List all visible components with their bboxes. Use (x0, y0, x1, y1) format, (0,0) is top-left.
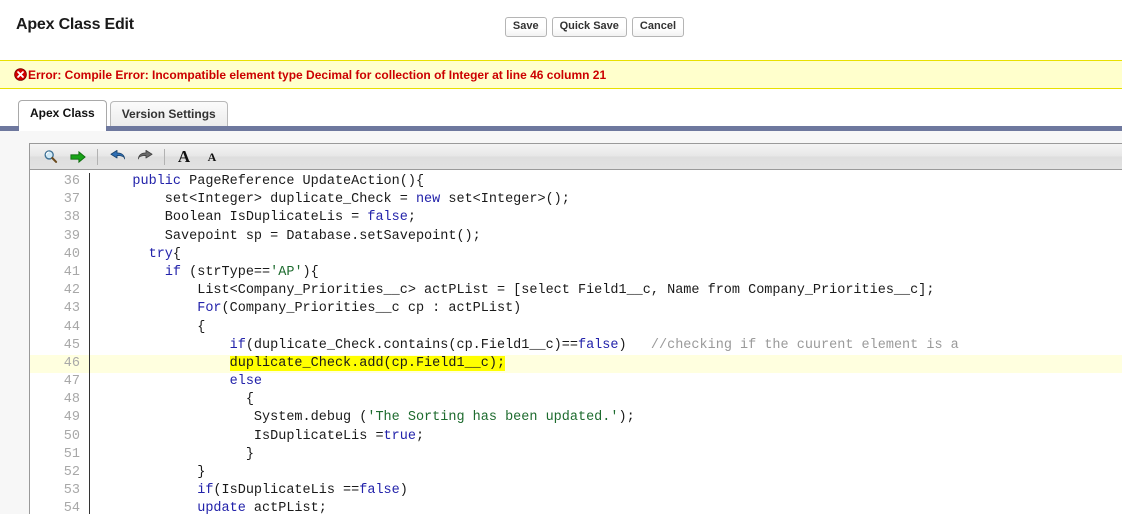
page-header: Apex Class Edit Save Quick Save Cancel (0, 0, 1122, 52)
code-line-text: if(IsDuplicateLis ==false) (197, 483, 408, 499)
code-line: 51 } (30, 445, 1122, 464)
line-number: 50 (30, 427, 90, 446)
code-line-text: public PageReference UpdateAction(){ (132, 174, 425, 189)
tab-strip: Apex Class Version Settings (0, 99, 1122, 131)
code-line: 37 set<Integer> duplicate_Check = new se… (30, 191, 1122, 210)
code-line-text: } (100, 465, 206, 480)
code-line-text: System.debug ('The Sorting has been upda… (100, 410, 635, 426)
line-number: 45 (30, 336, 90, 355)
code-line-text: Boolean IsDuplicateLis = false; (100, 210, 416, 226)
code-line-text: else (229, 374, 263, 390)
code-line: 50 IsDuplicateLis =true; (30, 427, 1122, 446)
page-title: Apex Class Edit (16, 16, 134, 33)
code-line: 47 else (30, 373, 1122, 392)
cancel-button[interactable]: Cancel (631, 17, 684, 37)
code-line-text: { (100, 319, 206, 335)
editor-region: A A 36 public PageReference UpdateAction… (0, 131, 1122, 514)
code-line: 45 if(duplicate_Check.contains(cp.Field1… (30, 336, 1122, 355)
code-line: 38 Boolean IsDuplicateLis = false; (30, 209, 1122, 228)
tab-apex-class[interactable]: Apex Class (18, 100, 107, 131)
tab-apex-class-label: Apex Class (30, 106, 95, 120)
line-number: 38 (30, 209, 90, 228)
code-line-text: For(Company_Priorities__c cp : actPList) (197, 301, 522, 317)
code-line: 53 if(IsDuplicateLis ==false) (30, 482, 1122, 501)
code-line: 40 try{ (30, 245, 1122, 264)
editor-toolbar: A A (30, 144, 1122, 170)
code-line: 41 if (strType=='AP'){ (30, 263, 1122, 283)
code-line: 52 } (30, 464, 1122, 483)
line-number: 41 (30, 263, 90, 283)
magnifying-glass-glyph (43, 150, 57, 163)
code-line: 49 System.debug ('The Sorting has been u… (30, 409, 1122, 428)
line-number: 47 (30, 373, 90, 392)
line-number: 46 (30, 354, 90, 374)
redo-icon[interactable] (131, 145, 159, 169)
code-line: 42 List<Company_Priorities__c> actPList … (30, 282, 1122, 301)
line-number: 40 (30, 245, 90, 264)
tab-version-settings-label: Version Settings (121, 107, 216, 121)
line-number: 44 (30, 318, 90, 337)
code-line: 43 For(Company_Priorities__c cp : actPLi… (30, 300, 1122, 319)
toolbar-separator-1 (97, 148, 98, 165)
code-line-text: set<Integer> duplicate_Check = new set<I… (100, 192, 570, 208)
code-line-text: if (strType=='AP'){ (164, 264, 319, 280)
code-line: 54 update actPList; (30, 500, 1122, 514)
code-line: 39 Savepoint sp = Database.setSavepoint(… (30, 227, 1122, 246)
line-number: 53 (30, 482, 90, 501)
line-number: 36 (30, 173, 90, 192)
toolbar-separator-2 (164, 148, 165, 165)
increase-font-size-icon[interactable]: A (170, 145, 198, 169)
code-editor: A A 36 public PageReference UpdateAction… (29, 143, 1122, 514)
tab-list: Apex Class Version Settings (18, 100, 228, 131)
code-text-area[interactable]: 36 public PageReference UpdateAction(){3… (30, 170, 1122, 514)
line-number: 39 (30, 227, 90, 246)
save-button[interactable]: Save (504, 17, 547, 37)
code-line-text: Savepoint sp = Database.setSavepoint(); (100, 228, 481, 244)
code-line-text: duplicate_Check.add(cp.Field1__c); (229, 355, 506, 371)
code-line: 46 duplicate_Check.add(cp.Field1__c); (30, 354, 1122, 374)
code-line-text: if(duplicate_Check.contains(cp.Field1__c… (229, 337, 959, 353)
increase-font-size-label: A (177, 147, 191, 166)
editor-panel: A A 36 public PageReference UpdateAction… (18, 131, 1122, 514)
line-number: 52 (30, 464, 90, 483)
compile-error-banner: Error: Compile Error: Incompatible eleme… (0, 60, 1122, 89)
header-button-group: Save Quick Save Cancel (504, 17, 684, 37)
code-line: 36 public PageReference UpdateAction(){ (30, 173, 1122, 192)
code-line-text: update actPList; (197, 501, 327, 514)
code-line-text: try{ (148, 246, 182, 262)
code-line-text: IsDuplicateLis =true; (100, 428, 425, 444)
line-number: 37 (30, 191, 90, 210)
redo-curved-arrow-glyph (137, 149, 152, 160)
line-number: 48 (30, 391, 90, 410)
go-to-line-arrow-icon[interactable] (64, 145, 92, 169)
code-line: 48 { (30, 391, 1122, 410)
find-icon[interactable] (36, 145, 64, 169)
undo-curved-arrow-glyph (110, 149, 125, 160)
code-line-text: } (100, 446, 254, 462)
line-number: 54 (30, 500, 90, 514)
compile-error-message: Error: Compile Error: Incompatible eleme… (28, 67, 607, 82)
line-number: 42 (30, 282, 90, 301)
quick-save-button[interactable]: Quick Save (551, 17, 627, 37)
code-line-text: List<Company_Priorities__c> actPList = [… (100, 283, 935, 299)
line-number: 49 (30, 409, 90, 428)
green-right-arrow-glyph (70, 150, 86, 163)
code-line-text: { (100, 392, 254, 408)
line-number: 43 (30, 300, 90, 319)
tab-version-settings[interactable]: Version Settings (109, 101, 228, 126)
line-number: 51 (30, 445, 90, 464)
decrease-font-size-label: A (207, 149, 217, 164)
error-circle-x-icon (14, 68, 27, 81)
decrease-font-size-icon[interactable]: A (198, 145, 226, 169)
undo-icon[interactable] (103, 145, 131, 169)
code-line: 44 { (30, 318, 1122, 337)
